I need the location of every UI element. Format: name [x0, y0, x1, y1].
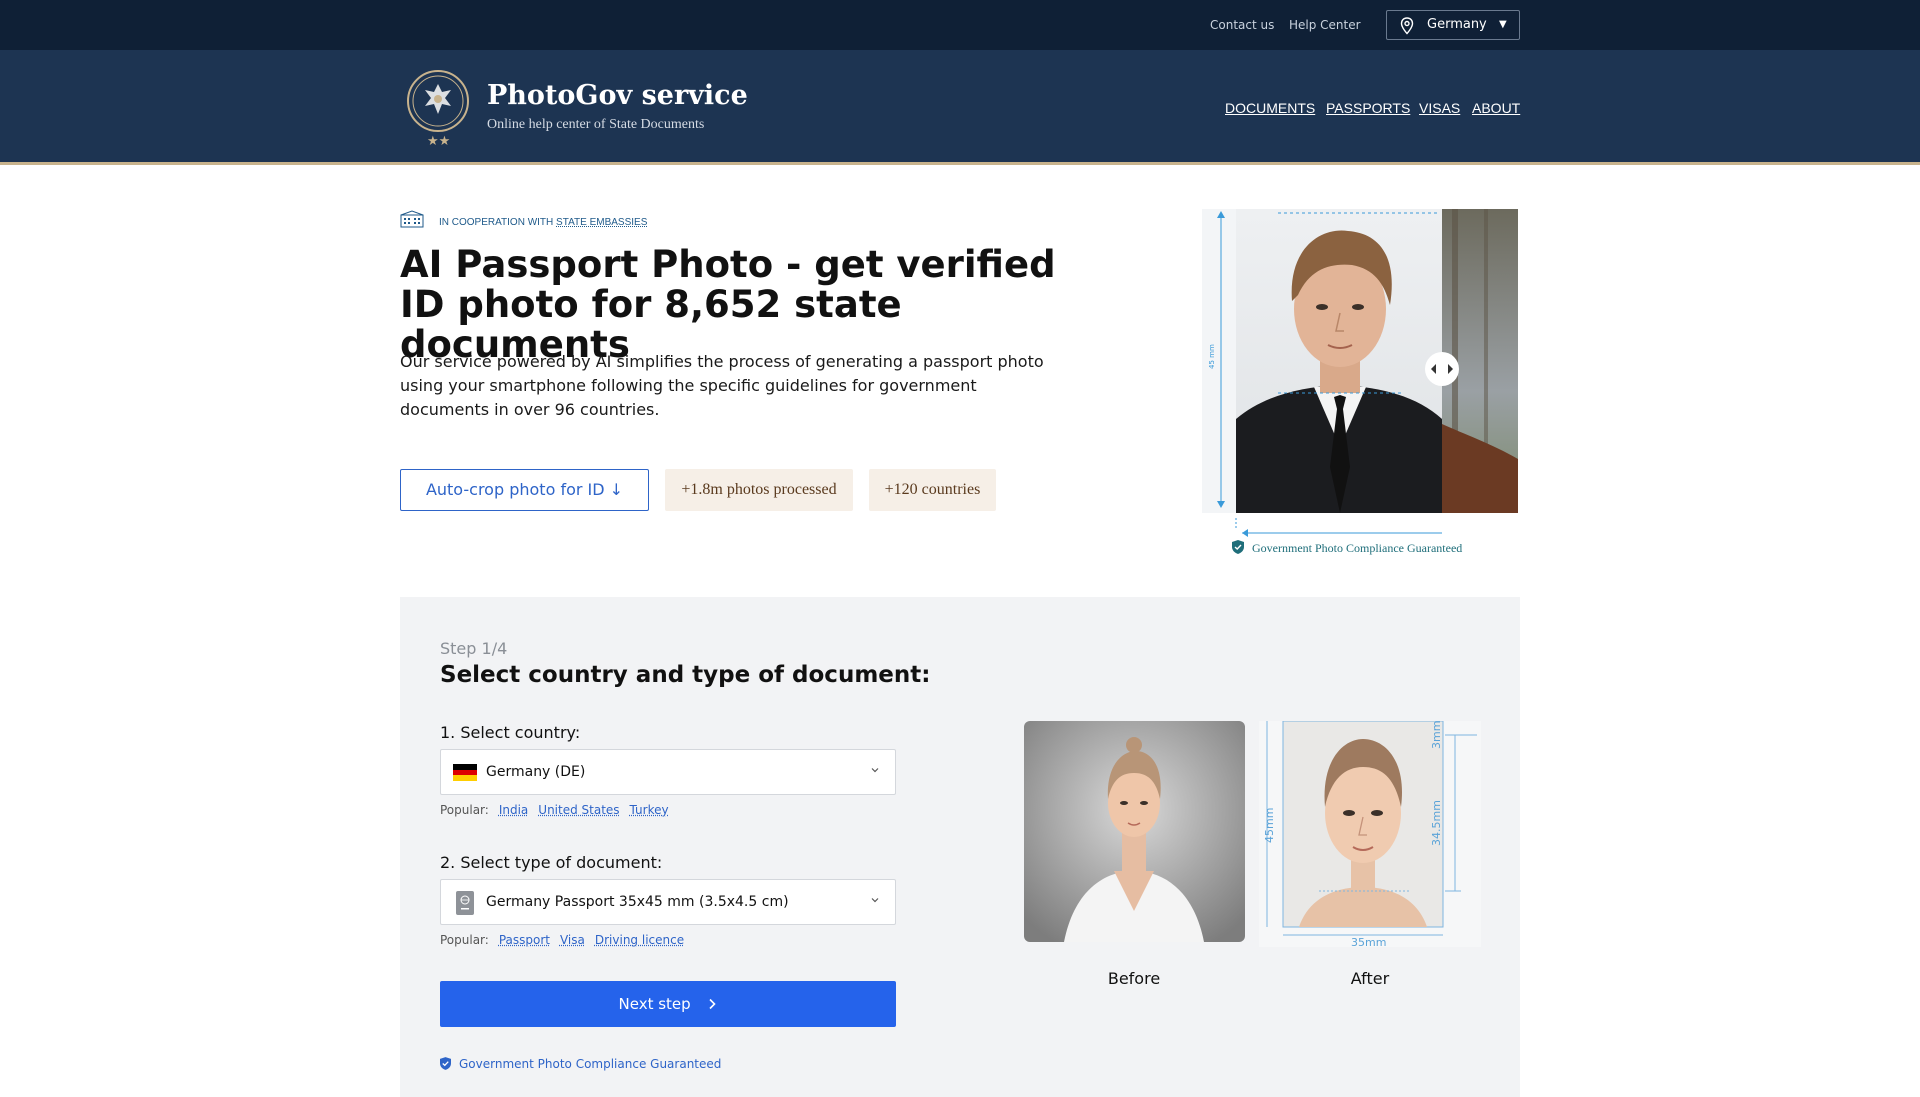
document-select-value: Germany Passport 35x45 mm (3.5x4.5 cm) — [486, 894, 789, 910]
compliance-note-hero: Government Photo Compliance Guaranteed — [1232, 540, 1462, 556]
step-title: Select country and type of document: — [440, 662, 931, 688]
document-field-label: 2. Select type of document: — [440, 853, 663, 872]
photos-processed-badge: +1.8m photos processed — [665, 469, 853, 511]
after-photo: 45mm 35mm 3mm 34.5mm — [1259, 720, 1481, 949]
document-type-select[interactable]: Germany Passport 35x45 mm (3.5x4.5 cm) — [440, 879, 896, 925]
chevron-down-icon — [871, 768, 879, 773]
embassy-building-icon — [400, 210, 424, 228]
nav-passports[interactable]: PASSPORTS — [1326, 100, 1410, 116]
after-head-height-label: 34.5mm — [1430, 800, 1443, 846]
location-pin-icon — [1400, 17, 1414, 35]
photo-height-label: 45 mm — [1208, 344, 1216, 369]
country-field-label: 1. Select country: — [440, 723, 581, 742]
popular-doc-passport[interactable]: Passport — [499, 933, 550, 947]
popular-doc-visa[interactable]: Visa — [560, 933, 585, 947]
next-step-label: Next step — [618, 995, 691, 1013]
before-caption: Before — [1107, 969, 1161, 988]
compliance-text-panel: Government Photo Compliance Guaranteed — [459, 1057, 722, 1071]
auto-crop-button[interactable]: Auto-crop photo for ID ↓ — [400, 469, 649, 511]
after-height-label: 45mm — [1263, 808, 1276, 843]
before-photo — [1024, 721, 1245, 942]
country-selector-label: Germany — [1427, 17, 1487, 32]
after-width-label: 35mm — [1351, 936, 1386, 947]
brand-name[interactable]: PhotoGov service — [487, 80, 748, 111]
passport-document-icon — [456, 891, 474, 915]
popular-documents: Popular: Passport Visa Driving licence — [440, 933, 684, 947]
nav-visas[interactable]: VISAS — [1419, 100, 1460, 116]
document-step-panel: Step 1/4 Select country and type of docu… — [400, 597, 1520, 1097]
emblem-logo[interactable]: ★★ — [405, 68, 471, 148]
page-title: AI Passport Photo - get verified ID phot… — [400, 245, 1080, 365]
popular-country-india[interactable]: India — [499, 803, 528, 817]
popular-country-turkey[interactable]: Turkey — [630, 803, 669, 817]
country-select-value: Germany (DE) — [486, 764, 586, 780]
passport-photo-comparison[interactable]: 45 mm — [1202, 209, 1518, 537]
site-header: ★★ PhotoGov service Online help center o… — [0, 50, 1920, 165]
popular-countries: Popular: India United States Turkey — [440, 803, 669, 817]
next-step-button[interactable]: Next step — [440, 981, 896, 1027]
country-selector[interactable]: Germany ▼ — [1386, 10, 1520, 40]
shield-check-icon — [1232, 540, 1244, 554]
countries-badge: +120 countries — [869, 469, 996, 511]
passport-photo-illustration: 45 mm — [1202, 209, 1518, 513]
nav-documents[interactable]: DOCUMENTS — [1225, 100, 1315, 116]
popular-country-united-states[interactable]: United States — [538, 803, 619, 817]
after-caption: After — [1350, 969, 1390, 988]
nav-about[interactable]: ABOUT — [1472, 100, 1520, 116]
page-title-bold: AI Passport Photo — [400, 243, 774, 286]
compliance-text-hero: Government Photo Compliance Guaranteed — [1252, 541, 1463, 555]
country-select[interactable]: Germany (DE) — [440, 749, 896, 795]
top-bar: Contact us Help Center Germany ▼ — [0, 0, 1920, 50]
after-top-margin-label: 3mm — [1430, 721, 1443, 749]
caret-down-icon: ▼ — [1499, 19, 1507, 30]
popular-doc-driving-licence[interactable]: Driving licence — [595, 933, 684, 947]
contact-link[interactable]: Contact us — [1210, 18, 1274, 32]
hero-description: Our service powered by AI simplifies the… — [400, 352, 1044, 419]
step-indicator: Step 1/4 — [440, 639, 508, 658]
chevron-down-icon — [871, 898, 879, 903]
cooperation-prefix: IN COOPERATION WITH — [439, 217, 557, 228]
compliance-note-panel: Government Photo Compliance Guaranteed — [440, 1057, 721, 1071]
svg-text:★★: ★★ — [427, 134, 450, 148]
help-center-link[interactable]: Help Center — [1289, 18, 1361, 32]
shield-check-icon — [440, 1057, 451, 1070]
brand-subtitle: Online help center of State Documents — [487, 117, 705, 132]
popular-label: Popular: — [440, 803, 489, 817]
state-embassies-link[interactable]: STATE EMBASSIES — [556, 217, 647, 228]
germany-flag-icon — [453, 764, 477, 781]
popular-label: Popular: — [440, 933, 489, 947]
chevron-right-icon — [709, 998, 717, 1010]
